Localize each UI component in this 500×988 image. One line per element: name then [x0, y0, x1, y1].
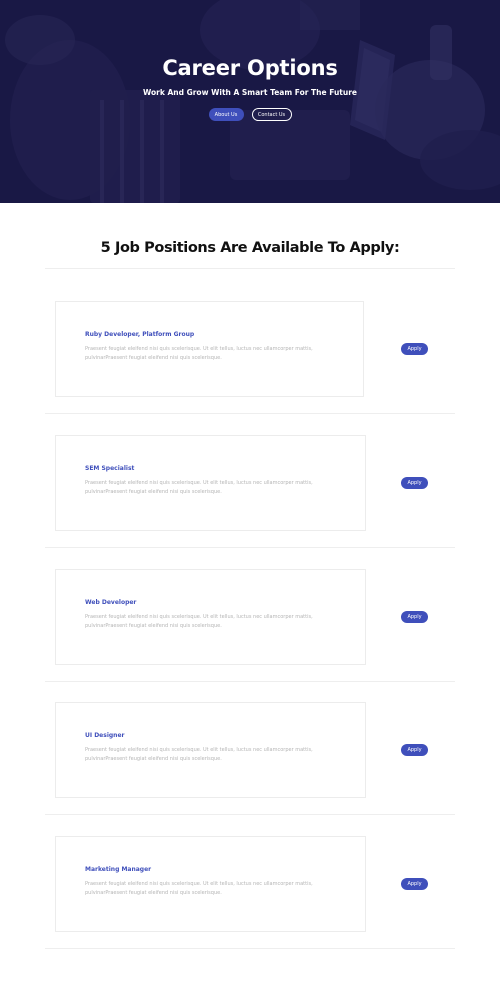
hero-subtitle: Work And Grow With A Smart Team For The … [142, 88, 358, 97]
about-us-button[interactable]: About Us [208, 108, 244, 121]
job-card: SEM Specialist Praesent feugiat eleifend… [55, 435, 366, 531]
job-title: SEM Specialist [85, 465, 135, 472]
divider [45, 413, 455, 414]
apply-button[interactable]: Apply [401, 477, 428, 489]
job-card: UI Designer Praesent feugiat eleifend ni… [55, 702, 366, 798]
job-description: Praesent feugiat eleifend nisi quis scel… [85, 881, 313, 896]
job-card: Ruby Developer, Platform Group Praesent … [55, 301, 364, 397]
divider [45, 681, 455, 682]
divider [45, 268, 455, 269]
hero-buttons: About Us Contact Us [0, 108, 500, 121]
job-description: Praesent feugiat eleifend nisi quis scel… [85, 480, 313, 495]
job-title: Web Developer [85, 599, 137, 606]
job-description: Praesent feugiat eleifend nisi quis scel… [85, 614, 313, 629]
apply-button[interactable]: Apply [401, 343, 428, 355]
hero-section: Career Options Work And Grow With A Smar… [0, 0, 500, 203]
contact-us-button[interactable]: Contact Us [251, 108, 292, 121]
positions-heading: 5 Job Positions Are Available To Apply: [100, 240, 400, 256]
apply-button[interactable]: Apply [401, 611, 428, 623]
job-description: Praesent feugiat eleifend nisi quis scel… [85, 747, 313, 762]
apply-button[interactable]: Apply [401, 878, 428, 890]
hero-title: Career Options [162, 56, 338, 80]
apply-button[interactable]: Apply [401, 744, 428, 756]
divider [45, 948, 455, 949]
job-title: UI Designer [85, 732, 125, 739]
job-card: Web Developer Praesent feugiat eleifend … [55, 569, 366, 665]
job-title: Marketing Manager [85, 866, 152, 873]
divider [45, 814, 455, 815]
job-title: Ruby Developer, Platform Group [85, 331, 195, 338]
job-card: Marketing Manager Praesent feugiat eleif… [55, 836, 366, 932]
job-description: Praesent feugiat eleifend nisi quis scel… [85, 346, 313, 361]
divider [45, 547, 455, 548]
hero-overlay [0, 0, 500, 203]
